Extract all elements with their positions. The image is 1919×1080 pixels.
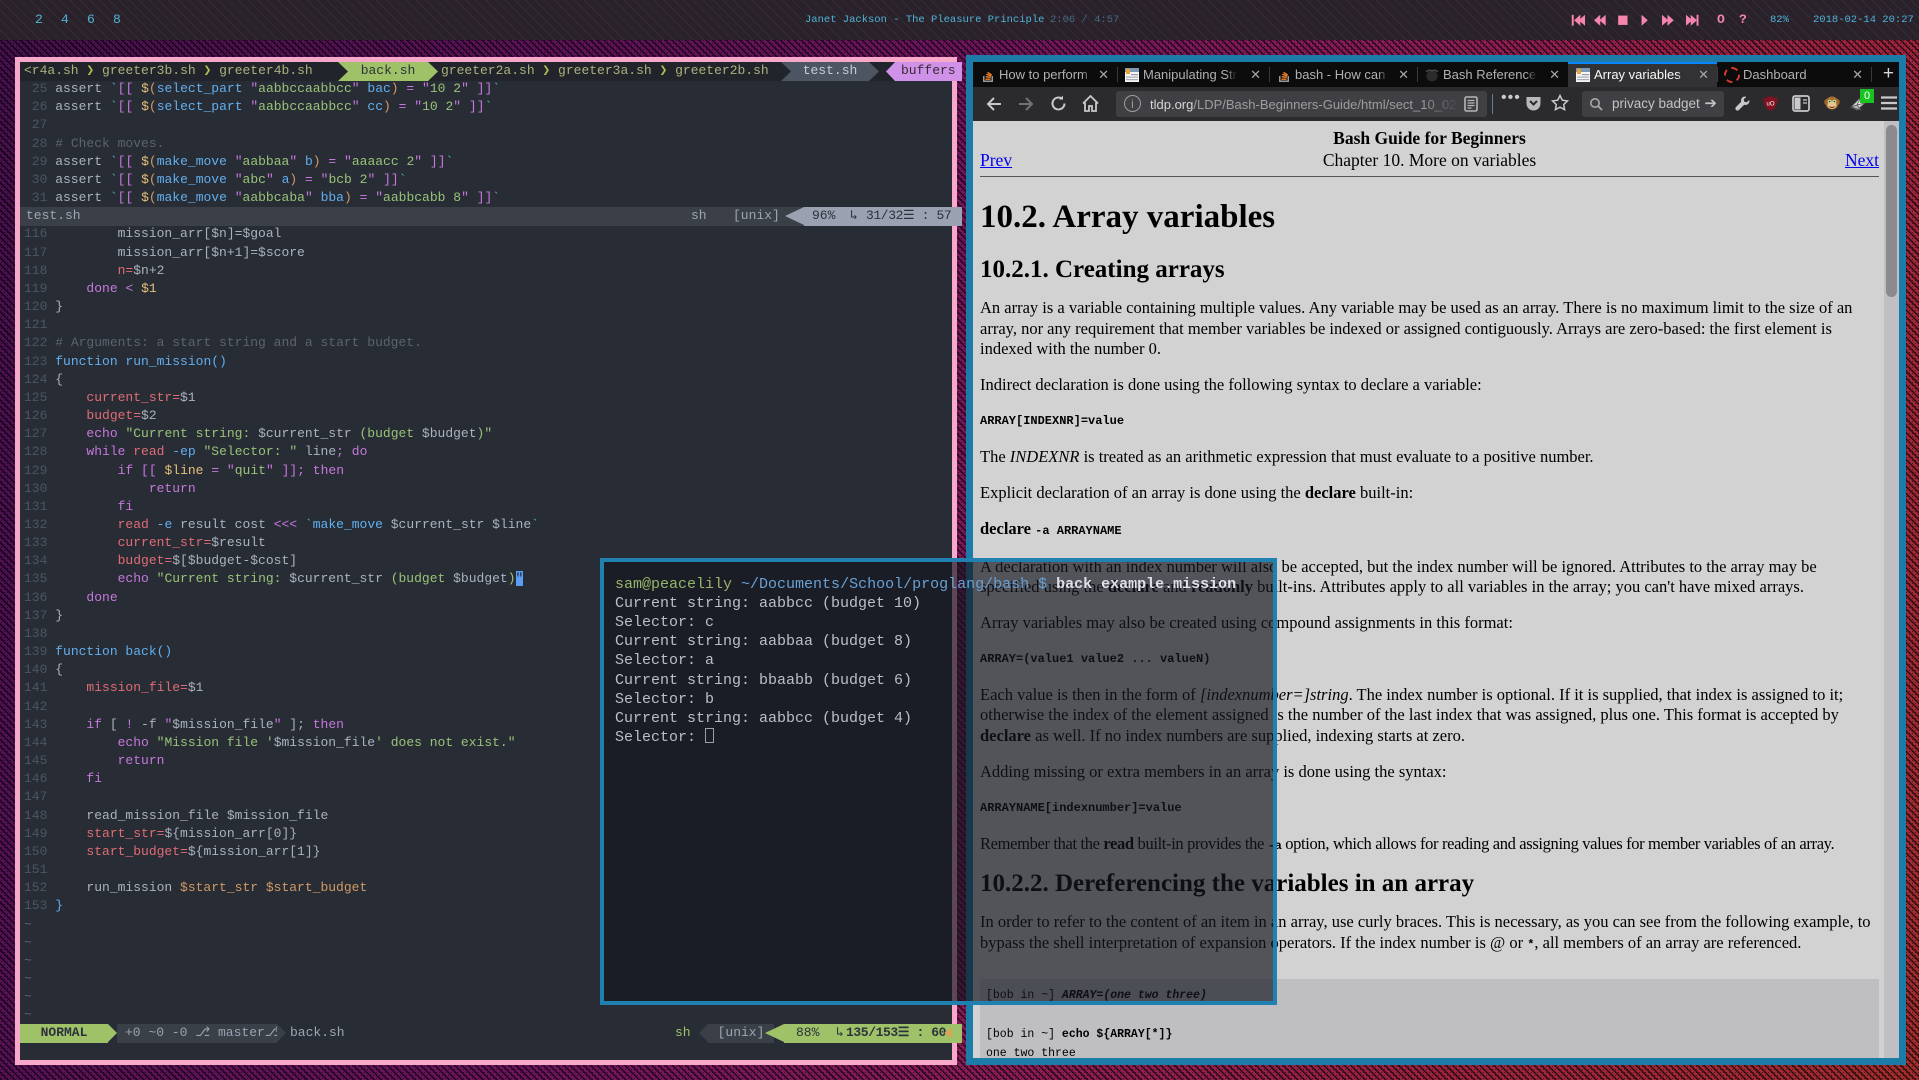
svg-text:uO: uO bbox=[1766, 102, 1774, 108]
